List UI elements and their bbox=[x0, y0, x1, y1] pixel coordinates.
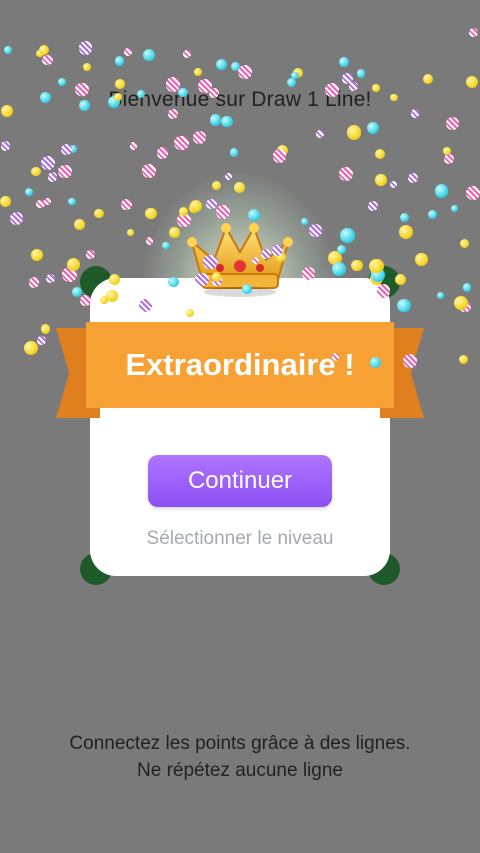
confetti-piece bbox=[436, 291, 444, 299]
confetti-piece bbox=[40, 324, 51, 335]
confetti-piece bbox=[216, 58, 228, 70]
confetti-piece bbox=[83, 62, 92, 71]
confetti-piece bbox=[375, 174, 387, 186]
confetti-piece bbox=[36, 199, 45, 209]
confetti-piece bbox=[444, 154, 455, 165]
confetti-piece bbox=[465, 75, 478, 88]
confetti-piece bbox=[86, 250, 96, 260]
confetti-piece bbox=[174, 135, 189, 151]
confetti-piece bbox=[193, 131, 207, 145]
confetti-piece bbox=[127, 229, 135, 237]
confetti-piece bbox=[229, 148, 239, 157]
confetti-piece bbox=[74, 219, 86, 231]
confetti-piece bbox=[459, 354, 469, 364]
confetti-piece bbox=[61, 144, 73, 156]
confetti-piece bbox=[43, 198, 51, 206]
title-ribbon: Extraordinaire ! bbox=[86, 322, 394, 408]
confetti-piece bbox=[291, 71, 299, 80]
confetti-piece bbox=[42, 55, 53, 66]
confetti-piece bbox=[67, 258, 81, 271]
confetti-piece bbox=[427, 210, 437, 219]
confetti-piece bbox=[451, 204, 459, 212]
confetti-piece bbox=[277, 144, 289, 156]
select-level-link[interactable]: Sélectionner le niveau bbox=[90, 528, 390, 550]
crown-icon bbox=[187, 223, 293, 297]
confetti-piece bbox=[40, 156, 56, 171]
confetti-piece bbox=[28, 277, 40, 288]
confetti-piece bbox=[209, 114, 221, 126]
confetti-piece bbox=[94, 208, 104, 219]
instruction-line-1: Connectez les points grâce à des lignes. bbox=[69, 733, 411, 754]
continue-button[interactable]: Continuer bbox=[148, 455, 332, 507]
confetti-piece bbox=[445, 116, 459, 130]
instructions: Connectez les points grâce à des lignes.… bbox=[0, 730, 480, 784]
confetti-piece bbox=[351, 259, 363, 272]
confetti-piece bbox=[36, 49, 44, 58]
confetti-piece bbox=[340, 228, 355, 243]
confetti-piece bbox=[356, 69, 366, 78]
confetti-piece bbox=[31, 249, 44, 262]
confetti-piece bbox=[462, 283, 472, 292]
confetti-piece bbox=[124, 47, 133, 56]
confetti-piece bbox=[78, 41, 93, 55]
confetti-piece bbox=[389, 180, 398, 189]
confetti-piece bbox=[407, 172, 418, 183]
confetti-piece bbox=[398, 225, 413, 240]
confetti-piece bbox=[459, 300, 472, 313]
confetti-piece bbox=[272, 148, 287, 163]
confetti-piece bbox=[342, 73, 353, 84]
confetti-piece bbox=[24, 188, 33, 197]
confetti-piece bbox=[367, 121, 380, 134]
confetti-piece bbox=[129, 142, 138, 151]
confetti-piece bbox=[0, 195, 11, 207]
confetti-piece bbox=[443, 146, 451, 155]
confetti-piece bbox=[339, 56, 350, 67]
confetti-piece bbox=[58, 77, 67, 86]
confetti-piece bbox=[37, 336, 47, 346]
confetti-piece bbox=[415, 253, 428, 266]
confetti-piece bbox=[3, 45, 13, 55]
confetti-piece bbox=[156, 147, 169, 159]
confetti-piece bbox=[9, 211, 24, 226]
confetti-piece bbox=[434, 184, 449, 198]
confetti-piece bbox=[423, 73, 434, 84]
confetti-piece bbox=[31, 167, 41, 177]
confetti-piece bbox=[46, 274, 56, 284]
continue-button-label: Continuer bbox=[187, 467, 293, 494]
confetti-piece bbox=[183, 50, 192, 59]
confetti-piece bbox=[0, 141, 11, 151]
confetti-piece bbox=[238, 65, 252, 80]
confetti-piece bbox=[47, 172, 58, 182]
confetti-piece bbox=[58, 164, 72, 179]
confetti-piece bbox=[338, 166, 353, 181]
confetti-piece bbox=[221, 115, 233, 128]
confetti-piece bbox=[469, 28, 479, 38]
confetti-piece bbox=[400, 213, 410, 223]
confetti-piece bbox=[23, 340, 39, 356]
confetti-piece bbox=[72, 287, 82, 298]
confetti-piece bbox=[454, 295, 469, 310]
confetti-piece bbox=[142, 49, 155, 62]
dialog-title: Extraordinaire ! bbox=[125, 347, 355, 382]
confetti-piece bbox=[397, 298, 411, 312]
welcome-title: Bienvenue sur Draw 1 Line! bbox=[108, 88, 372, 111]
confetti-piece bbox=[315, 129, 325, 139]
confetti-piece bbox=[346, 125, 362, 140]
confetti-piece bbox=[69, 145, 77, 154]
confetti-piece bbox=[293, 67, 304, 78]
confetti-piece bbox=[62, 266, 77, 282]
confetti-piece bbox=[120, 198, 132, 211]
confetti-piece bbox=[287, 78, 297, 88]
confetti-piece bbox=[230, 61, 240, 71]
confetti-piece bbox=[39, 44, 50, 56]
confetti-piece bbox=[193, 67, 203, 77]
confetti-piece bbox=[374, 149, 385, 160]
confetti-piece bbox=[465, 186, 480, 200]
confetti-piece bbox=[114, 56, 125, 67]
confetti-piece bbox=[68, 198, 76, 206]
instruction-line-2: Ne répétez aucune ligne bbox=[137, 760, 343, 781]
confetti-piece bbox=[459, 239, 469, 249]
confetti-piece bbox=[367, 200, 379, 212]
